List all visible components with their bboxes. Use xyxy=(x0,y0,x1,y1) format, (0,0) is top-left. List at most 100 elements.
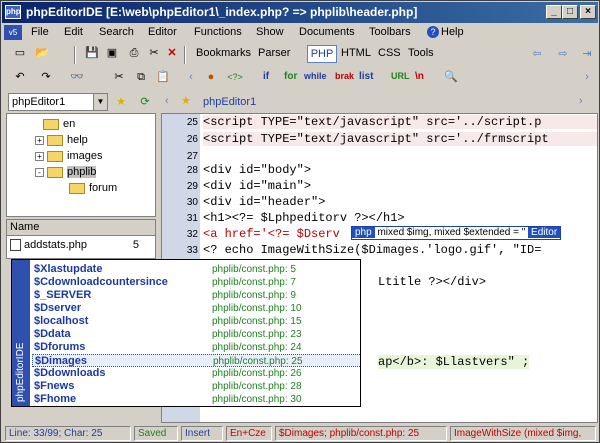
chevron-left-icon[interactable]: ‹ xyxy=(181,68,201,86)
project-select-value: phpEditor1 xyxy=(12,96,66,108)
autocomplete-item[interactable]: $Ddata phplib/const.php: 23 xyxy=(32,328,360,341)
favorite-star-icon[interactable]: ★ xyxy=(181,94,191,107)
autocomplete-item[interactable]: $Cdownloadcountersince phplib/const.php: … xyxy=(32,276,360,289)
new-file-icon[interactable]: ▭ xyxy=(10,44,30,62)
collapse-icon[interactable]: - xyxy=(35,167,44,177)
help-icon: ? xyxy=(427,26,439,38)
close-button[interactable]: × xyxy=(580,5,596,19)
line-number: 26 xyxy=(186,134,198,145)
menu-functions[interactable]: Functions xyxy=(194,26,242,38)
redo-icon[interactable]: ↷ xyxy=(36,68,56,86)
save-all-icon[interactable]: ▣ xyxy=(102,44,122,62)
list-item[interactable]: addstats.php 5 xyxy=(7,236,155,254)
back-arrow-icon[interactable]: ⇦ xyxy=(527,45,547,63)
menu-editor[interactable]: Editor xyxy=(148,26,177,38)
item-name: $Dserver xyxy=(34,302,82,314)
token-if[interactable]: if xyxy=(263,71,269,82)
menu-edit[interactable]: Edit xyxy=(64,26,83,38)
token-for[interactable]: for xyxy=(284,71,297,82)
cut-icon[interactable]: ✂ xyxy=(109,68,129,86)
folder-tree[interactable]: en + help + images - phplib forum xyxy=(6,113,156,217)
go-icon[interactable]: ⇥ xyxy=(577,45,597,63)
menu-documents[interactable]: Documents xyxy=(299,26,355,38)
php-tag-icon[interactable]: <?> xyxy=(225,68,245,86)
warning-icon[interactable]: ● xyxy=(201,68,221,86)
minimize-button[interactable]: _ xyxy=(546,5,562,19)
forward-arrow-icon[interactable]: ⇨ xyxy=(553,45,573,63)
parser-button[interactable]: Parser xyxy=(258,47,290,59)
file-list[interactable]: Name addstats.php 5 xyxy=(6,219,156,259)
copy-icon[interactable]: ⧉ xyxy=(131,68,151,86)
tree-item-phplib[interactable]: - phplib xyxy=(35,164,97,180)
token-while[interactable]: while xyxy=(304,71,327,81)
print-icon[interactable]: ⎙ xyxy=(124,44,144,62)
tree-item-forum[interactable]: forum xyxy=(69,180,117,196)
tree-item-label: forum xyxy=(89,182,118,194)
search-magnifier-icon[interactable]: 🔍 xyxy=(441,68,461,86)
autocomplete-item[interactable]: $Dserver phplib/const.php: 10 xyxy=(32,302,360,315)
menu-help[interactable]: ? Help xyxy=(427,26,464,38)
menu-show[interactable]: Show xyxy=(256,26,284,38)
code-line: <? echo ImageWithSize($Dimages.'logo.gif… xyxy=(203,243,542,257)
status-saved: Saved xyxy=(134,426,178,441)
paste-icon[interactable]: 📋 xyxy=(153,68,173,86)
item-file: phplib/const.php: 10 xyxy=(212,303,302,314)
autocomplete-item[interactable]: $_SERVER phplib/const.php: 9 xyxy=(32,289,360,302)
tab-css[interactable]: CSS xyxy=(378,47,401,59)
menu-search[interactable]: Search xyxy=(99,26,134,38)
item-file: phplib/const.php: 5 xyxy=(212,264,296,275)
title-bar[interactable]: php phpEditorIDE [E:\web\phpEditor1\_ind… xyxy=(2,2,598,23)
tree-item-en[interactable]: en xyxy=(43,116,75,132)
menu-toolbars[interactable]: Toolbars xyxy=(369,26,411,38)
menu-file[interactable]: File xyxy=(31,26,49,38)
tree-item-label: help xyxy=(67,134,88,146)
autocomplete-popup[interactable]: phpEditorIDE $Xlastupdate phplib/const.ph… xyxy=(11,259,361,407)
item-name: $Xlastupdate xyxy=(34,263,103,275)
tab-php[interactable]: PHP xyxy=(307,45,337,63)
system-menu-icon[interactable]: v5 xyxy=(4,25,22,40)
code-line: <div id="main"> xyxy=(203,179,312,193)
status-mode: Insert xyxy=(181,426,223,441)
find-binoculars-icon[interactable]: 👓 xyxy=(67,68,87,86)
maximize-button[interactable]: □ xyxy=(562,5,578,19)
tree-item-help[interactable]: + help xyxy=(35,132,88,148)
token-brak[interactable]: brak xyxy=(335,71,354,81)
tab-phpeditor1[interactable]: phpEditor1 xyxy=(203,96,256,108)
save-icon[interactable]: 💾 xyxy=(82,44,102,62)
autocomplete-item[interactable]: $Fnews phplib/const.php: 28 xyxy=(32,380,360,393)
line-number: 32 xyxy=(186,229,198,240)
chevron-down-icon[interactable]: ▼ xyxy=(93,94,107,110)
chevron-left-icon[interactable]: ‹ xyxy=(165,95,169,107)
tab-html[interactable]: HTML xyxy=(341,47,371,59)
bookmarks-button[interactable]: Bookmarks xyxy=(196,47,251,59)
autocomplete-item[interactable]: $Ddownloads phplib/const.php: 26 xyxy=(32,367,360,380)
project-select[interactable]: phpEditor1 ▼ xyxy=(8,93,108,111)
autocomplete-item[interactable]: $localhost phplib/const.php: 15 xyxy=(32,315,360,328)
open-folder-icon[interactable]: 📂 xyxy=(32,44,52,62)
favorite-star-icon[interactable]: ★ xyxy=(111,93,131,111)
autocomplete-item[interactable]: $Fhome phplib/const.php: 30 xyxy=(32,393,360,406)
tree-item-images[interactable]: + images xyxy=(35,148,102,164)
autocomplete-item-selected[interactable]: $Dimages phplib/const.php: 25 xyxy=(32,354,360,367)
token-newline[interactable]: \n xyxy=(415,71,424,82)
expand-icon[interactable]: + xyxy=(35,135,44,145)
refresh-icon[interactable]: ⟳ xyxy=(135,93,155,111)
close-file-icon[interactable]: ✕ xyxy=(162,44,182,62)
chevron-right-icon[interactable]: › xyxy=(577,68,597,86)
token-list[interactable]: list xyxy=(359,71,373,82)
expand-icon[interactable]: + xyxy=(35,151,44,161)
chevron-right-icon[interactable]: › xyxy=(579,95,583,107)
line-number: 30 xyxy=(186,197,198,208)
autocomplete-item[interactable]: $Dforums phplib/const.php: 24 xyxy=(32,341,360,354)
app-icon: php xyxy=(5,5,21,19)
token-url[interactable]: URL xyxy=(391,71,410,81)
autocomplete-item[interactable]: $Xlastupdate phplib/const.php: 5 xyxy=(32,263,360,276)
undo-icon[interactable]: ↶ xyxy=(10,68,30,86)
item-name: $Ddownloads xyxy=(34,367,106,379)
column-header-name[interactable]: Name xyxy=(7,220,155,236)
item-file: phplib/const.php: 15 xyxy=(212,316,302,327)
tab-tools[interactable]: Tools xyxy=(408,47,434,59)
item-name: $Fnews xyxy=(34,380,75,392)
hint-text: mixed $img, mixed $extended = " xyxy=(377,227,526,238)
tools-icon[interactable]: ✂ xyxy=(144,44,164,62)
